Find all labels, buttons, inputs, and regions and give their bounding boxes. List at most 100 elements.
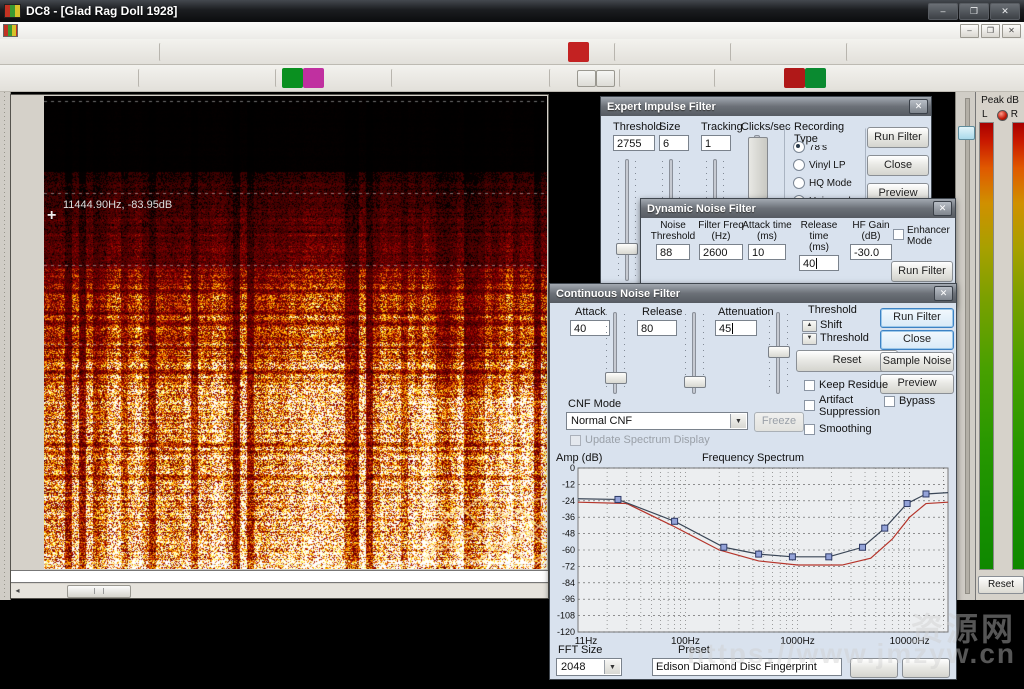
- splitter-icon[interactable]: [345, 68, 366, 88]
- paste-icon[interactable]: [92, 42, 113, 62]
- panorama-icon[interactable]: [366, 68, 387, 88]
- copy-icon[interactable]: [71, 42, 92, 62]
- toolbar-icon[interactable]: [714, 69, 717, 87]
- cut-icon[interactable]: [50, 42, 71, 62]
- mdi-restore-button[interactable]: ❐: [981, 23, 1000, 38]
- bandpass-filter-icon[interactable]: [187, 68, 208, 88]
- menu-item[interactable]: [38, 30, 52, 32]
- impulse-filter-icon[interactable]: [568, 41, 589, 62]
- close-icon[interactable]: ✕: [909, 99, 928, 114]
- bypass-checkbox[interactable]: [884, 396, 895, 407]
- fft-size-dropdown[interactable]: 2048 ▼: [556, 658, 622, 676]
- frequency-spectrum-chart[interactable]: 0 -12 -24 -36 -48 -60 -72 -84 -96 -108 -120 11Hz 100…: [552, 463, 954, 648]
- save-icon[interactable]: [29, 42, 50, 62]
- wave-edit-icon[interactable]: [8, 68, 29, 88]
- open-icon[interactable]: [8, 42, 29, 62]
- notes-icon[interactable]: [689, 68, 710, 88]
- menu-item[interactable]: [52, 30, 66, 32]
- rewind-icon[interactable]: [642, 42, 663, 62]
- toolbar-icon[interactable]: [138, 69, 141, 87]
- toolbar-icon[interactable]: [159, 42, 162, 61]
- vinyl-icon[interactable]: [668, 68, 689, 88]
- preset-field[interactable]: Edison Diamond Disc Fingerprint: [652, 658, 842, 676]
- scrollbar-thumb[interactable]: [67, 585, 131, 598]
- menu-item[interactable]: [136, 30, 150, 32]
- toolbar-icon[interactable]: [846, 42, 849, 61]
- ez-clean-icon[interactable]: [742, 68, 763, 88]
- threshold-slider-thumb[interactable]: [616, 243, 638, 255]
- zoom-selection-icon[interactable]: [874, 42, 895, 62]
- go-end-icon[interactable]: [705, 42, 726, 62]
- cnf-mode-dropdown[interactable]: Normal CNF ▼: [566, 412, 748, 430]
- toolbar-icon[interactable]: [619, 69, 622, 87]
- menu-item[interactable]: [94, 30, 108, 32]
- marker-pen-icon[interactable]: [187, 42, 208, 62]
- directx-icon[interactable]: [647, 68, 668, 88]
- size-field[interactable]: 6: [659, 135, 689, 151]
- stereo-lr-icon[interactable]: [556, 68, 577, 88]
- scope-icon[interactable]: [50, 68, 71, 88]
- enhancer-mode-checkbox[interactable]: [893, 229, 904, 240]
- pause-icon[interactable]: [663, 42, 684, 62]
- histogram-icon[interactable]: [92, 68, 113, 88]
- eq-10-band-icon[interactable]: [282, 68, 303, 88]
- left-channel-icon[interactable]: [577, 69, 596, 87]
- vertical-slider-thumb[interactable]: [958, 126, 975, 140]
- release-field[interactable]: 80: [637, 320, 677, 336]
- run-filter-button[interactable]: Run Filter: [867, 127, 929, 148]
- highpass-filter-icon[interactable]: [166, 68, 187, 88]
- tv-icon[interactable]: [419, 68, 440, 88]
- document-icon[interactable]: [3, 24, 18, 37]
- mdi-minimize-button[interactable]: –: [960, 23, 979, 38]
- notch-filter-icon[interactable]: [208, 68, 229, 88]
- wave-view-icon[interactable]: [821, 42, 842, 62]
- print-icon[interactable]: [113, 42, 134, 62]
- update-spectrum-checkbox[interactable]: [570, 435, 581, 446]
- toolbar-icon[interactable]: [391, 69, 394, 87]
- menu-item[interactable]: [150, 30, 164, 32]
- preset-save-button[interactable]: [850, 658, 898, 678]
- attenuation-slider-thumb[interactable]: [768, 346, 790, 358]
- preset-delete-button[interactable]: [902, 658, 950, 678]
- play-icon[interactable]: [779, 42, 800, 62]
- attack-slider-thumb[interactable]: [605, 372, 627, 384]
- menu-item[interactable]: [66, 30, 80, 32]
- slope-filter-icon[interactable]: [250, 68, 271, 88]
- close-button[interactable]: Close: [880, 330, 954, 350]
- chevron-down-icon[interactable]: ▼: [730, 414, 746, 428]
- film-icon[interactable]: [113, 68, 134, 88]
- fast-forward-icon[interactable]: [684, 42, 705, 62]
- impulse-tool-icon[interactable]: [29, 68, 50, 88]
- minimize-button[interactable]: –: [928, 2, 958, 20]
- paragraphic-eq-icon[interactable]: [324, 68, 345, 88]
- zoom-out-icon[interactable]: [916, 42, 937, 62]
- run-filter-button[interactable]: Run Filter: [880, 308, 954, 328]
- preview-button[interactable]: Preview: [880, 374, 954, 394]
- smoothing-checkbox[interactable]: [804, 424, 815, 435]
- toolbar-icon[interactable]: [250, 42, 568, 62]
- delete-filter-icon[interactable]: [229, 68, 250, 88]
- keyboard-icon[interactable]: [626, 68, 647, 88]
- close-button[interactable]: ✕: [990, 2, 1020, 20]
- toolbar-icon[interactable]: [614, 42, 617, 61]
- stop-icon[interactable]: [758, 42, 779, 62]
- pencil-icon[interactable]: [166, 42, 187, 62]
- paintbrush-icon[interactable]: [461, 68, 482, 88]
- horizontal-scrollbar[interactable]: ◂: [11, 584, 548, 598]
- run-filter-button[interactable]: Run Filter: [891, 261, 953, 282]
- dvd-burn-icon[interactable]: [805, 68, 826, 88]
- bowtie-icon[interactable]: [482, 68, 503, 88]
- wave-filter-icon[interactable]: [589, 42, 610, 62]
- dnf-value-field[interactable]: 40: [799, 255, 839, 271]
- release-slider-thumb[interactable]: [684, 376, 706, 388]
- artifact-suppression-checkbox[interactable]: [804, 400, 815, 411]
- arrows-icon[interactable]: [524, 68, 545, 88]
- close-icon[interactable]: ✕: [934, 286, 953, 301]
- keep-residue-checkbox[interactable]: [804, 380, 815, 391]
- close-icon[interactable]: ✕: [933, 201, 952, 216]
- ez-enhance-icon[interactable]: [763, 68, 784, 88]
- tracking-field[interactable]: 1: [701, 135, 731, 151]
- zoom-in-icon[interactable]: [853, 42, 874, 62]
- clicks-slider-thumb[interactable]: [748, 137, 768, 199]
- help-icon[interactable]: [134, 42, 155, 62]
